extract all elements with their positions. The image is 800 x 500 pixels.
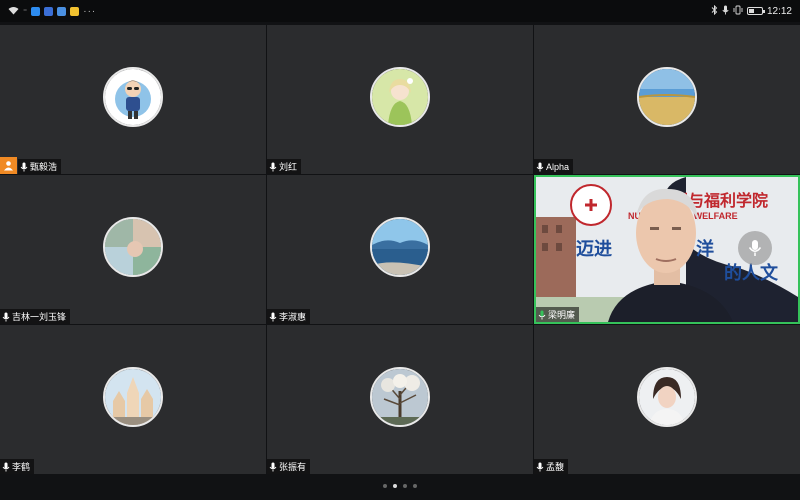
microphone-icon xyxy=(269,462,277,472)
clock: 12:12 xyxy=(766,5,792,17)
microphone-icon xyxy=(536,462,544,472)
participant-tile-video[interactable]: 护理与福利学院 NURSING AND WELFARE 迈进 洋 的人文 梁明廉 xyxy=(534,175,800,324)
app-icon-blue3 xyxy=(57,6,67,16)
participant-name: 刘红 xyxy=(279,162,298,172)
app-icon-blue xyxy=(31,6,41,16)
overflow-dots: ··· xyxy=(83,5,97,17)
woman-avatar xyxy=(637,366,697,427)
person-icon xyxy=(4,161,13,171)
participant-name-tag: 刘红 xyxy=(267,159,302,174)
host-badge xyxy=(0,157,17,174)
status-bar: ⁼ ··· 12:12 xyxy=(0,0,800,22)
microphone-icon xyxy=(269,312,277,322)
participant-name: 张振有 xyxy=(279,462,307,472)
participant-name-tag: 张振有 xyxy=(267,459,311,474)
signal-icon: ⁼ xyxy=(23,6,28,16)
battery-icon xyxy=(746,7,765,15)
participant-name: 李淑惠 xyxy=(279,312,307,322)
page-dot[interactable] xyxy=(393,484,397,488)
participant-name-tag: Alpha xyxy=(534,159,574,174)
participant-tile[interactable]: 李淑惠 xyxy=(267,175,533,324)
participant-tile[interactable]: 李鹤 xyxy=(0,325,266,474)
app-icon-blue2 xyxy=(44,6,54,16)
microphone-button[interactable] xyxy=(738,231,772,265)
participant-tile[interactable]: 孟馥 xyxy=(534,325,800,474)
anime-girl-avatar xyxy=(370,66,430,127)
page-dot[interactable] xyxy=(413,484,417,488)
microphone-icon xyxy=(269,162,277,172)
microphone-icon xyxy=(2,312,10,322)
participant-name-tag: 李淑惠 xyxy=(267,309,311,324)
participant-name-tag: 梁明廉 xyxy=(536,307,580,322)
cartoon-boy-avatar xyxy=(103,66,163,127)
field-landscape-avatar xyxy=(637,66,697,127)
microphone-icon xyxy=(748,240,762,256)
page-dot[interactable] xyxy=(403,484,407,488)
speaker-person xyxy=(608,188,733,322)
bluetooth-icon xyxy=(711,4,718,18)
status-right: 12:12 xyxy=(711,4,792,18)
participant-tile[interactable]: 吉林一刘玉锋 xyxy=(0,175,266,324)
battery-level xyxy=(748,9,754,13)
participant-tile[interactable]: 刘红 xyxy=(267,25,533,174)
page-dot[interactable] xyxy=(383,484,387,488)
participant-name-tag: 李鹤 xyxy=(0,459,35,474)
page-indicator[interactable] xyxy=(0,478,800,494)
wifi-icon xyxy=(8,6,19,17)
collage-avatar xyxy=(103,216,163,277)
participant-name: 梁明廉 xyxy=(548,310,576,320)
tree-avatar xyxy=(370,366,430,427)
app-icon-yellow xyxy=(70,6,80,16)
participant-name: 甄毅浩 xyxy=(30,162,58,172)
participant-name: Alpha xyxy=(546,161,570,172)
microphone-active-icon xyxy=(538,310,546,320)
microphone-icon xyxy=(2,462,10,472)
castle-avatar xyxy=(103,366,163,427)
participant-name-tag: 孟馥 xyxy=(534,459,569,474)
microphone-icon xyxy=(536,162,544,172)
lake-avatar xyxy=(370,216,430,277)
participant-name-tag: 甄毅浩 xyxy=(18,159,62,174)
participant-name: 吉林一刘玉锋 xyxy=(12,312,67,322)
participant-grid: 甄毅浩 刘红 Alpha 吉林一刘玉锋 李淑惠 护理与福利学院 WELFARE … xyxy=(0,25,800,475)
participant-name-tag: 吉林一刘玉锋 xyxy=(0,309,71,324)
participant-tile[interactable]: 甄毅浩 xyxy=(0,25,266,174)
participant-tile[interactable]: 张振有 xyxy=(267,325,533,474)
microphone-icon xyxy=(20,162,28,172)
participant-name: 李鹤 xyxy=(12,462,31,472)
vibrate-icon xyxy=(733,5,743,18)
participant-name: 孟馥 xyxy=(546,462,565,472)
status-left: ⁼ ··· xyxy=(8,6,96,17)
participant-tile[interactable]: Alpha xyxy=(534,25,800,174)
mic-status-icon xyxy=(722,5,729,18)
